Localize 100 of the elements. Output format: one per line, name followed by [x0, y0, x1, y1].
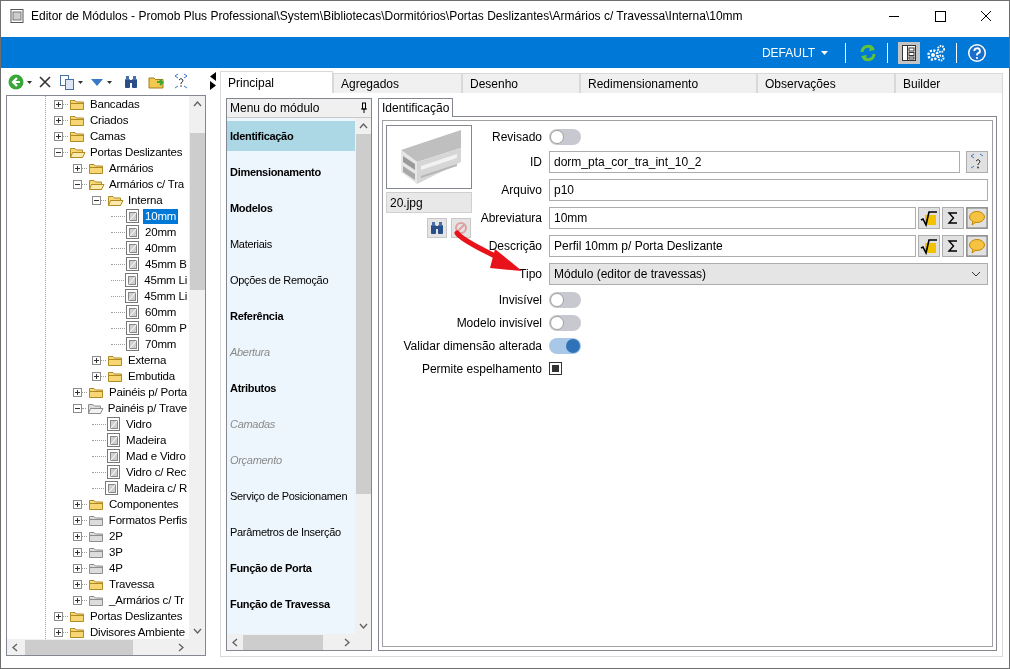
tree-item[interactable]: Formatos Perfis	[106, 512, 189, 528]
expand-icon[interactable]	[92, 355, 101, 365]
tree-item[interactable]: 45mm Li	[142, 272, 189, 288]
tree-item[interactable]: Armários	[107, 160, 156, 176]
tab[interactable]: Redimensionamento	[580, 73, 757, 93]
expand-icon[interactable]	[73, 595, 82, 605]
copy-icon[interactable]	[59, 74, 75, 90]
toggle-switch[interactable]	[549, 337, 581, 354]
checkbox[interactable]	[549, 362, 562, 375]
expand-icon[interactable]	[73, 163, 82, 173]
binoculars-icon[interactable]	[427, 218, 447, 238]
collapse-icon[interactable]	[73, 403, 82, 413]
tab[interactable]: Identificação	[378, 98, 454, 117]
menu-item[interactable]: Parâmetros de Inserção	[227, 517, 355, 547]
tree-item[interactable]: 60mm	[143, 304, 179, 320]
settings-icon[interactable]	[926, 43, 946, 62]
tree-item[interactable]: Criados	[88, 112, 131, 128]
tab[interactable]: Principal	[220, 71, 333, 93]
tree-item[interactable]: Portas Deslizantes	[88, 608, 185, 624]
tree-item[interactable]: Painéis p/ Porta	[107, 384, 189, 400]
expand-icon[interactable]	[73, 563, 82, 573]
type-dropdown[interactable]: Módulo (editor de travessas)	[549, 263, 988, 285]
text-field[interactable]: 10mm	[549, 207, 916, 229]
close-icon[interactable]	[38, 75, 52, 89]
text-field[interactable]: Perfil 10mm p/ Porta Deslizante	[549, 235, 916, 257]
menu-item[interactable]: Materiais	[227, 229, 355, 259]
binoculars-icon[interactable]	[123, 74, 139, 90]
tree-item[interactable]: 3P	[107, 544, 125, 560]
menu-item[interactable]: Identificação	[227, 121, 355, 151]
tree-item[interactable]: 10mm	[143, 208, 179, 224]
tree-picker-icon[interactable]	[966, 151, 988, 173]
menu-item[interactable]: Opções de Remoção	[227, 265, 355, 295]
collapse-left-icon[interactable]	[209, 72, 217, 81]
scrollbar[interactable]	[355, 118, 371, 634]
down-arrow-icon[interactable]	[90, 76, 104, 88]
menu-item[interactable]: Função de Travessa	[227, 589, 355, 619]
scrollbar[interactable]	[189, 96, 205, 639]
expand-icon[interactable]	[54, 627, 63, 637]
expand-icon[interactable]	[73, 579, 82, 589]
text-field[interactable]: dorm_pta_cor_tra_int_10_2	[549, 151, 960, 173]
tree-item[interactable]: Vidro	[124, 416, 154, 432]
toggle-switch[interactable]	[549, 291, 581, 308]
caret-icon[interactable]	[78, 80, 83, 84]
tree-item[interactable]: Mad e Vidro	[124, 448, 188, 464]
formula-icon[interactable]	[918, 235, 940, 257]
layout-icon[interactable]	[898, 41, 920, 64]
tree-item[interactable]: 20mm	[143, 224, 179, 240]
expand-icon[interactable]	[54, 611, 63, 621]
expand-icon[interactable]	[54, 99, 63, 109]
expand-icon[interactable]	[92, 371, 101, 381]
tree-item[interactable]: 45mm Li	[142, 288, 189, 304]
tab[interactable]: Builder	[895, 73, 1003, 93]
scrollbar[interactable]	[227, 634, 355, 650]
collapse-icon[interactable]	[92, 195, 101, 205]
tree-item[interactable]: Vidro c/ Rec	[124, 464, 189, 480]
text-field[interactable]: p10	[549, 179, 988, 201]
tree-item[interactable]: Armários c/ Tra	[107, 176, 186, 192]
tree-item[interactable]: Madeira c/ R	[122, 480, 189, 496]
folder-arrow-icon[interactable]	[148, 74, 165, 90]
tab[interactable]: Desenho	[462, 73, 580, 93]
caret-icon[interactable]	[107, 80, 112, 84]
tree-item[interactable]: Embutida	[126, 368, 177, 384]
menu-item[interactable]: Atributos	[227, 373, 355, 403]
caret-icon[interactable]	[27, 80, 32, 84]
tree-item[interactable]: _Armários c/ Tr	[107, 592, 186, 608]
menu-item[interactable]: Modelos	[227, 193, 355, 223]
help-icon[interactable]	[967, 42, 987, 63]
tree-item[interactable]: Portas Deslizantes	[88, 144, 185, 160]
tree-item[interactable]: 40mm	[143, 240, 179, 256]
tab[interactable]: Observações	[757, 73, 895, 93]
menu-item[interactable]: Serviço de Posicionamen	[227, 481, 355, 511]
pin-icon[interactable]	[360, 102, 368, 114]
collapse-icon[interactable]	[73, 179, 82, 189]
tree-item[interactable]: 4P	[107, 560, 125, 576]
collapse-icon[interactable]	[54, 147, 63, 157]
expand-icon[interactable]	[73, 547, 82, 557]
expand-icon[interactable]	[73, 531, 82, 541]
menu-item[interactable]: Função de Porta	[227, 553, 355, 583]
tree-help-icon[interactable]	[172, 73, 190, 91]
scrollbar[interactable]	[7, 639, 189, 655]
tree-item[interactable]: 60mm P	[143, 320, 189, 336]
tree-item[interactable]: 45mm B	[143, 256, 189, 272]
expand-icon[interactable]	[73, 515, 82, 525]
tree-item[interactable]: Madeira	[124, 432, 169, 448]
tree-item[interactable]: Interna	[126, 192, 165, 208]
tree-item[interactable]: Externa	[126, 352, 169, 368]
tree-item[interactable]: Painéis p/ Trave	[105, 400, 189, 416]
tree-item[interactable]: 2P	[107, 528, 125, 544]
tree-item[interactable]: Camas	[88, 128, 128, 144]
tree-item[interactable]: Bancadas	[88, 96, 142, 112]
menu-item[interactable]: Referência	[227, 301, 355, 331]
toggle-switch[interactable]	[549, 128, 581, 145]
menu-item[interactable]: Dimensionamento	[227, 157, 355, 187]
tree-item[interactable]: Divisores Ambiente	[88, 624, 187, 639]
profile-dropdown[interactable]: DEFAULT	[757, 43, 832, 62]
tab[interactable]: Agregados	[333, 73, 462, 93]
tree-item[interactable]: Componentes	[107, 496, 181, 512]
sum-icon[interactable]	[942, 207, 964, 229]
tree-item[interactable]: Travessa	[107, 576, 157, 592]
expand-right-icon[interactable]	[209, 81, 217, 90]
